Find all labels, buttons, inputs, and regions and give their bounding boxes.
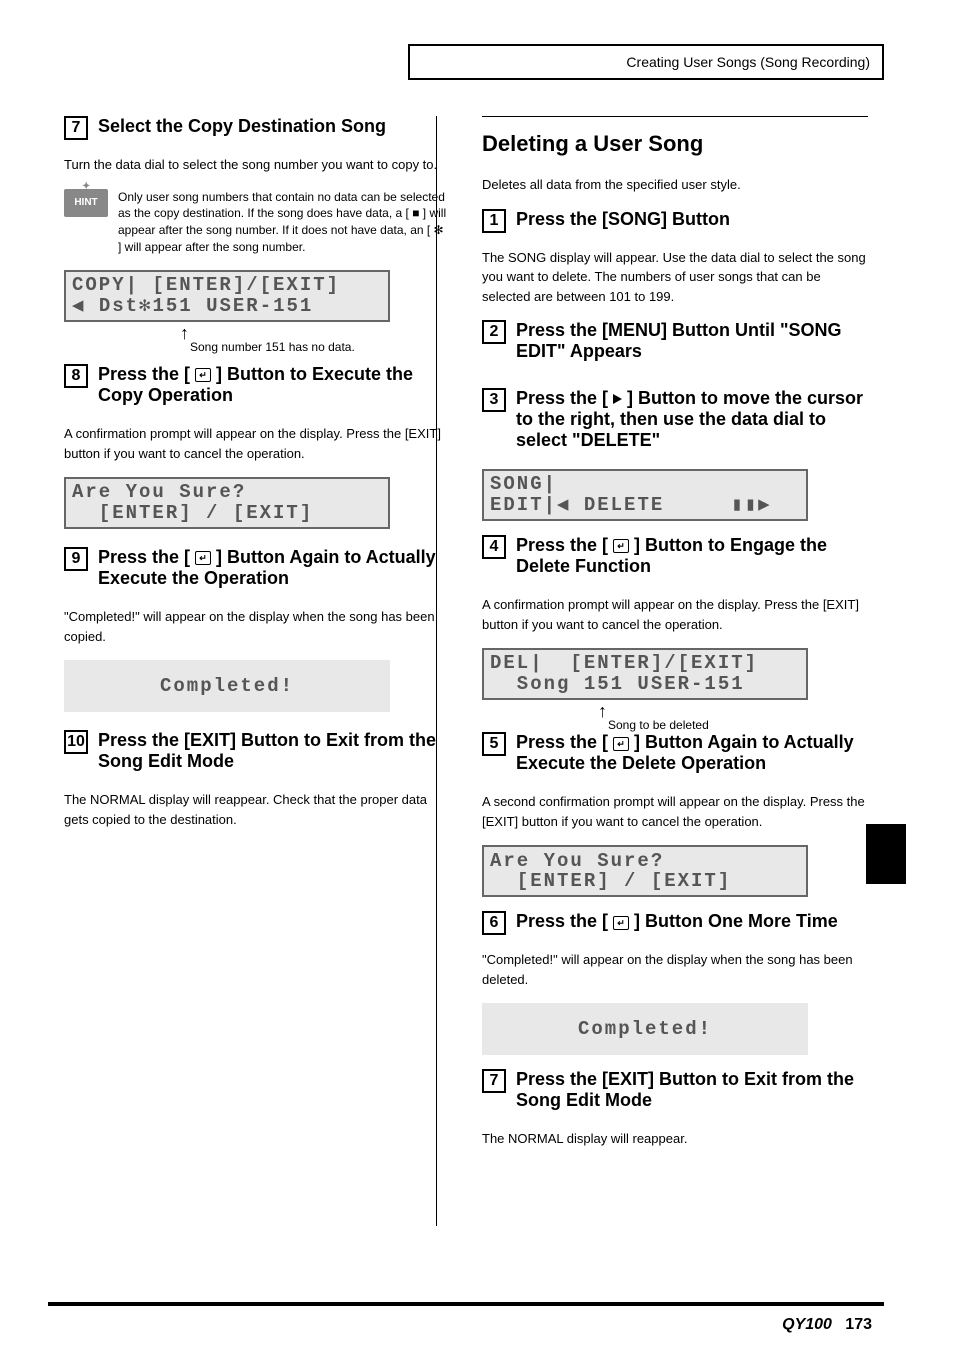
left-column: 7 Select the Copy Destination Song Turn … [48,116,466,1163]
lcd-line2: ◀ Dst✻151 USER-151 [72,296,382,317]
lcd-delete-target: DEL| [ENTER]/[EXIT] Song 151 USER-151 [482,648,808,700]
lcd2-line1: Are You Sure? [72,482,382,503]
r-step4-title: Press the [ ] Button to Engage the Delet… [516,535,868,577]
lcd-line1: COPY| [ENTER]/[EXIT] [72,275,382,296]
r-step6-para: "Completed!" will appear on the display … [482,950,868,989]
footer-rule [48,1302,884,1306]
r-step6-title: Press the [ ] Button One More Time [516,911,868,932]
chapter-title: Creating User Songs (Song Recording) [626,54,870,70]
r-step1-para: The SONG display will appear. Use the da… [482,248,868,307]
section-rule [482,116,868,117]
section-heading: Deleting a User Song [482,131,868,157]
step-number-5: 5 [482,732,506,756]
footer-model: QY100 [782,1316,832,1333]
lcd2-line2: [ENTER] / [EXIT] [72,503,382,524]
r-lcd4-line1: Completed! [578,1018,712,1040]
enter-icon [613,737,629,751]
r-lcd1-line2: EDIT|◀ DELETE ▮▮▶ [490,495,800,516]
lcd-are-you-sure: Are You Sure? [ENTER] / [EXIT] [482,845,808,897]
step-number-8: 8 [64,364,88,388]
step10-title: Press the [EXIT] Button to Exit from the… [98,730,450,772]
step10-para: The NORMAL display will reappear. Check … [64,790,450,829]
step-number-7: 7 [64,116,88,140]
enter-icon [195,551,211,565]
footer: QY100 173 [782,1316,872,1334]
lcd-confirm: Are You Sure? [ENTER] / [EXIT] [64,477,390,529]
step-number-9: 9 [64,547,88,571]
r-step1-title: Press the [SONG] Button [516,209,868,230]
r-lcd3-line1: Are You Sure? [490,851,800,872]
step8-title: Press the [ ] Button to Execute the Copy… [98,364,450,406]
arrow-up-icon: ↑ [598,704,868,718]
hint-icon: HINT [64,189,108,217]
step-number-3: 3 [482,388,506,412]
step-number-2: 2 [482,320,506,344]
lcd3-line1: Completed! [160,675,294,697]
arrow-up-icon: ↑ [180,326,450,340]
hint-text: Only user song numbers that contain no d… [118,189,450,256]
r-step3-title: Press the [ ] Button to move the cursor … [516,388,868,451]
r-lcd2-line2: Song 151 USER-151 [490,674,800,695]
step-number-6: 6 [482,911,506,935]
step-number-1: 1 [482,209,506,233]
step-number-4: 4 [482,535,506,559]
lcd-annotation-1: Song number 151 has no data. [190,340,450,354]
r-step5-title: Press the [ ] Button Again to Actually E… [516,732,868,774]
step-number-10: 10 [64,730,88,754]
lcd-completed: Completed! [64,660,390,712]
lcd-completed-2: Completed! [482,1003,808,1055]
r-lcd2-line1: DEL| [ENTER]/[EXIT] [490,653,800,674]
step7-para: Turn the data dial to select the song nu… [64,155,450,175]
r-step5-para: A second confirmation prompt will appear… [482,792,868,831]
step9-title: Press the [ ] Button Again to Actually E… [98,547,450,589]
page-edge-tab [866,824,906,884]
r-step7-title: Press the [EXIT] Button to Exit from the… [516,1069,868,1111]
footer-page: 173 [845,1316,872,1333]
chapter-header: Creating User Songs (Song Recording) [408,44,884,80]
step9-para: "Completed!" will appear on the display … [64,607,450,646]
step-number-7b: 7 [482,1069,506,1093]
r-lcd1-line1: SONG| [490,474,800,495]
r-step7-para: The NORMAL display will reappear. [482,1129,868,1149]
enter-icon [613,539,629,553]
step7-title: Select the Copy Destination Song [98,116,450,137]
enter-icon [613,916,629,930]
enter-icon [195,368,211,382]
r-step4-para: A confirmation prompt will appear on the… [482,595,868,634]
lcd-song-edit-delete: SONG| EDIT|◀ DELETE ▮▮▶ [482,469,808,521]
right-column: Deleting a User Song Deletes all data fr… [466,116,884,1163]
lcd-annotation-2: Song to be deleted [608,718,868,732]
intro-text: Deletes all data from the specified user… [482,175,868,195]
play-icon [613,394,622,404]
lcd-copy-dest: COPY| [ENTER]/[EXIT] ◀ Dst✻151 USER-151 [64,270,390,322]
r-step2-title: Press the [MENU] Button Until "SONG EDIT… [516,320,868,362]
step8-para: A confirmation prompt will appear on the… [64,424,450,463]
hint-block: HINT Only user song numbers that contain… [64,189,450,256]
r-lcd3-line2: [ENTER] / [EXIT] [490,871,800,892]
